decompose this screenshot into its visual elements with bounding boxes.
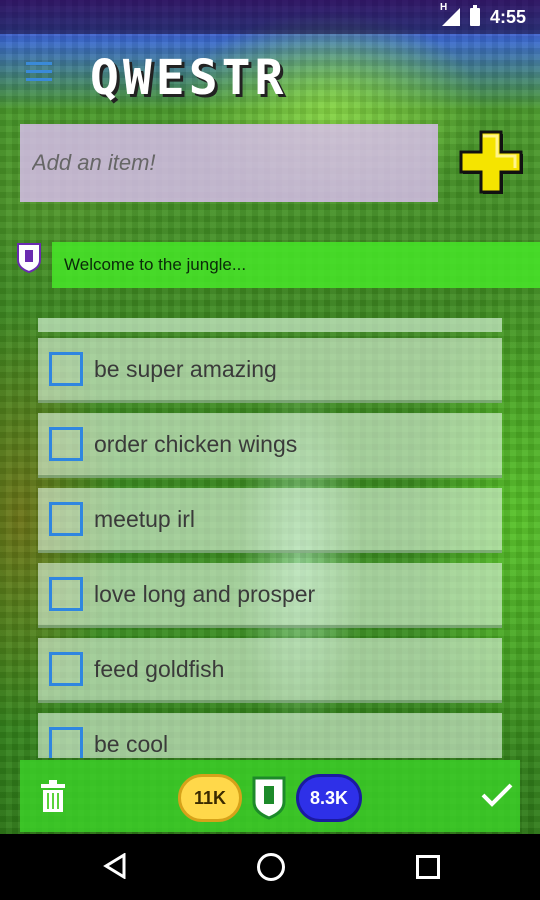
battery-icon — [469, 5, 480, 26]
list-item[interactable]: order chicken wings — [38, 413, 502, 478]
item-label: love long and prosper — [94, 580, 316, 607]
todo-list: be super amazing order chicken wings mee… — [38, 318, 502, 758]
add-plus-icon[interactable] — [457, 130, 523, 196]
points-count: 8.3K — [309, 787, 349, 808]
checkbox[interactable] — [49, 652, 83, 686]
checkbox[interactable] — [49, 577, 83, 611]
status-bar: H 4:55 — [0, 0, 540, 34]
item-label: be super amazing — [94, 355, 277, 382]
list-item[interactable]: love long and prosper — [38, 563, 502, 628]
signal-icon: H — [440, 2, 460, 26]
checkmark-icon[interactable] — [480, 782, 514, 808]
checkbox[interactable] — [49, 502, 83, 536]
points-badge: 8.3K — [296, 774, 362, 822]
welcome-message: Welcome to the jungle... — [64, 255, 247, 274]
checkbox[interactable] — [49, 352, 83, 386]
item-label: feed goldfish — [94, 655, 225, 682]
shield-logo-icon — [16, 242, 42, 274]
app-title: QWESTR — [90, 50, 288, 106]
back-icon[interactable] — [103, 852, 127, 880]
list-item[interactable]: meetup irl — [38, 488, 502, 553]
welcome-banner: Welcome to the jungle... — [52, 242, 540, 288]
trash-icon[interactable] — [40, 780, 66, 812]
home-icon[interactable] — [257, 853, 285, 881]
coins-badge: 11K — [178, 774, 242, 822]
item-label: be cool — [94, 730, 169, 757]
list-item[interactable]: be cool — [38, 713, 502, 758]
status-time: 4:55 — [489, 6, 526, 27]
recent-apps-icon[interactable] — [416, 855, 440, 879]
item-label: order chicken wings — [94, 430, 298, 457]
checkbox[interactable] — [49, 727, 83, 758]
shield-logo-icon — [252, 776, 286, 820]
add-item-input[interactable] — [20, 124, 438, 202]
checkbox[interactable] — [49, 427, 83, 461]
list-item[interactable]: feed goldfish — [38, 638, 502, 703]
menu-icon[interactable] — [26, 62, 52, 82]
list-item[interactable]: be super amazing — [38, 338, 502, 403]
list-top-edge — [38, 318, 502, 332]
item-label: meetup irl — [94, 505, 195, 532]
coins-count: 11K — [193, 787, 227, 808]
